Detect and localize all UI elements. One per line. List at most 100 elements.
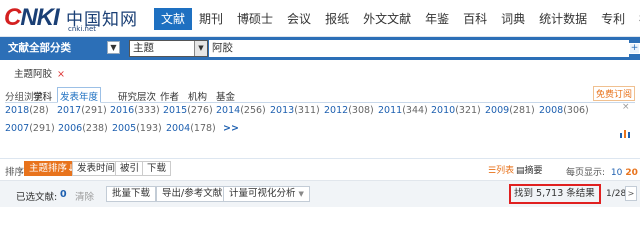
per-page-option-10[interactable]: 10	[611, 168, 622, 178]
logo-url: cnki.net	[68, 25, 96, 33]
tab-11[interactable]: 标	[632, 8, 640, 30]
more-years-link[interactable]: >>	[223, 123, 239, 134]
sort-option-label: 发表时间	[77, 163, 116, 174]
year-count: (308)	[348, 105, 374, 116]
list-view-toggle[interactable]: ☰列表	[488, 163, 514, 176]
year-facet-item[interactable]: 2018(28)	[5, 105, 49, 116]
year-facet-item[interactable]: 2012(308)	[324, 105, 374, 116]
select-arrow-icon: ▼	[194, 41, 207, 56]
clear-selection-link[interactable]: 清除	[75, 189, 94, 203]
group-option-5[interactable]: 基金	[216, 89, 235, 103]
year-facet-item[interactable]: 2009(281)	[485, 105, 535, 116]
year-facet-item[interactable]: 2011(344)	[378, 105, 428, 116]
year-count: (291)	[29, 123, 55, 134]
result-count-number: 5,713	[536, 188, 564, 199]
year-label: 2012	[324, 105, 349, 116]
cnki-logo[interactable]: CNKI 中国知网 cnki.net	[4, 4, 154, 34]
search-field-value: 主题	[133, 42, 154, 54]
selected-docs-count: 0	[60, 189, 67, 200]
sort-option-label: 被引	[120, 163, 140, 174]
next-page-button[interactable]: >	[625, 186, 637, 201]
tab-0[interactable]: 文献	[154, 8, 193, 30]
active-filter-tag: 主题阿胶 ×	[14, 66, 65, 80]
chevron-down-icon[interactable]: ▼	[107, 41, 120, 54]
tab-6[interactable]: 年鉴	[418, 8, 456, 30]
year-count: (281)	[509, 105, 535, 116]
close-icon[interactable]: ×	[622, 102, 630, 112]
logo-wordmark: CNKI	[4, 4, 60, 31]
group-option-0[interactable]: 学科	[33, 89, 52, 103]
tab-5[interactable]: 外文文献	[356, 8, 418, 30]
sort-bar: 排序: ☰列表 ▤摘要 每页显示: 102050 主题排序↓发表时间被引下载	[0, 158, 640, 178]
category-scope-selector[interactable]: 文献全部分类	[8, 40, 122, 57]
year-facet-item[interactable]: 2014(256)	[216, 105, 266, 116]
year-facet-item[interactable]: 2013(311)	[270, 105, 320, 116]
sort-option-2[interactable]: 被引	[115, 161, 145, 176]
search-bar: 文献全部分类 ▼ 主题 ▼ 阿胶 +	[0, 37, 640, 60]
year-count: (276)	[187, 105, 213, 116]
chart-icon[interactable]	[619, 128, 631, 138]
year-facet-item[interactable]: 2005(193)	[112, 123, 162, 134]
year-facet-item[interactable]: 2015(276)	[163, 105, 213, 116]
group-option-3[interactable]: 作者	[160, 89, 179, 103]
chevron-down-icon: ▼	[298, 190, 304, 198]
year-label: 2007	[5, 123, 30, 134]
plus-icon[interactable]: +	[629, 43, 640, 54]
list-view-label: 列表	[496, 166, 515, 176]
year-facet-item[interactable]: 2006(238)	[58, 123, 108, 134]
year-count: (306)	[563, 105, 589, 116]
year-count: (333)	[134, 105, 160, 116]
year-count: (193)	[136, 123, 162, 134]
tab-1[interactable]: 期刊	[192, 8, 230, 30]
year-facet-item[interactable]: 2007(291)	[5, 123, 55, 134]
category-scope-label: 文献全部分类	[8, 42, 71, 54]
batch-download-button[interactable]: 批量下载	[106, 186, 157, 202]
group-option-4[interactable]: 机构	[188, 89, 207, 103]
top-bar: CNKI 中国知网 cnki.net 文献 期刊 博硕士 会议 报纸 外文文献 年鉴 百科 词典…	[0, 0, 640, 37]
selected-docs-label: 已选文献:	[16, 192, 58, 203]
sort-option-label: 主题排序	[29, 163, 68, 174]
year-facet-item[interactable]: 2016(333)	[110, 105, 160, 116]
tab-9[interactable]: 统计数据	[532, 8, 594, 30]
tab-7[interactable]: 百科	[456, 8, 494, 30]
free-subscribe-button[interactable]: 免费订阅	[592, 86, 635, 101]
sort-option-label: 下载	[147, 163, 167, 174]
visual-analysis-button[interactable]: 计量可视化分析 ▼	[223, 186, 310, 202]
group-option-1[interactable]: 发表年度	[57, 87, 102, 103]
tab-4[interactable]: 报纸	[318, 8, 356, 30]
year-count: (321)	[455, 105, 481, 116]
year-count: (311)	[294, 105, 320, 116]
year-count: (238)	[82, 123, 108, 134]
year-count: (178)	[190, 123, 216, 134]
year-label: 2010	[431, 105, 456, 116]
summary-view-toggle[interactable]: ▤摘要	[516, 163, 543, 176]
group-option-2[interactable]: 研究层次	[118, 89, 156, 103]
tab-3[interactable]: 会议	[280, 8, 318, 30]
search-field-select[interactable]: 主题 ▼	[129, 40, 208, 57]
remove-filter-icon[interactable]: ×	[57, 69, 65, 80]
filter-tag-label: 主题阿胶	[14, 69, 53, 80]
year-facet-item[interactable]: 2004(178)	[166, 123, 216, 134]
per-page-option-20[interactable]: 20	[625, 168, 638, 178]
year-label: 2014	[216, 105, 241, 116]
year-facet-item[interactable]: 2017(291)	[57, 105, 107, 116]
year-facet-item[interactable]: 2010(321)	[431, 105, 481, 116]
year-label: 2005	[112, 123, 137, 134]
sort-option-1[interactable]: 发表时间	[72, 161, 121, 176]
visual-analysis-label: 计量可视化分析	[229, 188, 296, 199]
result-prefix: 找到	[514, 188, 534, 199]
year-label: 2011	[378, 105, 403, 116]
per-page-label: 每页显示:	[566, 168, 606, 178]
export-references-button[interactable]: 导出/参考文献	[156, 186, 229, 202]
tab-10[interactable]: 专利	[594, 8, 632, 30]
selection-toolbar: 已选文献: 0 清除 批量下载 导出/参考文献 计量可视化分析 ▼ 找到 5,71…	[0, 180, 640, 207]
year-facet-item[interactable]: 2008(306)	[539, 105, 589, 116]
tab-8[interactable]: 词典	[494, 8, 532, 30]
year-label: 2013	[270, 105, 295, 116]
year-count: (344)	[402, 105, 428, 116]
tab-2[interactable]: 博硕士	[230, 8, 280, 30]
per-page-selector: 每页显示: 102050	[566, 165, 640, 178]
sort-option-3[interactable]: 下载	[142, 161, 172, 176]
search-input[interactable]: 阿胶	[209, 40, 629, 57]
year-label: 2008	[539, 105, 564, 116]
